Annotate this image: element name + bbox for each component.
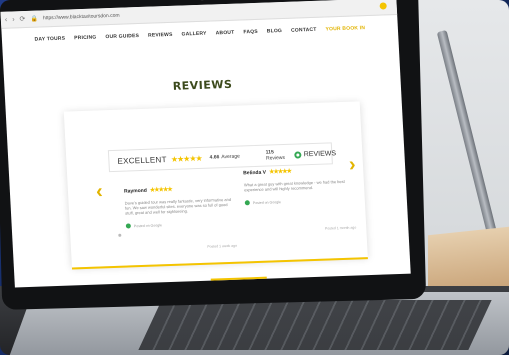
section-title: REVIEWS (172, 77, 233, 93)
nav-item-day-tours[interactable]: DAY TOURS (34, 36, 65, 43)
webcam (200, 0, 205, 1)
rating-word: EXCELLENT (117, 154, 168, 166)
site-nav: DAY TOURS PRICING OUR GUIDES REVIEWS GAL… (2, 24, 398, 44)
lock-icon: 🔒 (30, 16, 39, 23)
prev-arrow-icon[interactable]: ‹ (95, 180, 103, 203)
review-card: Raymond ★★★★★ Dave’s guided tour was real… (123, 184, 237, 249)
star-rating-icon: ★★★★★ (149, 186, 172, 194)
reviews-widget: EXCELLENT ★★★★★ 4.66 Average 115 Reviews … (63, 101, 368, 268)
nav-item-pricing[interactable]: PRICING (74, 35, 97, 42)
extension-icon[interactable] (379, 2, 387, 10)
nav-item-blog[interactable]: BLOG (267, 28, 283, 35)
carousel-dot[interactable] (118, 233, 122, 237)
nav-item-book[interactable]: YOUR BOOK IN (325, 25, 365, 32)
cardboard-box (428, 224, 509, 296)
review-count: 115 Reviews (265, 149, 286, 162)
nav-item-about[interactable]: ABOUT (215, 30, 234, 37)
photo-scene: ‹ › ⟳ 🔒 https://www.blacktaxitoursdon.co… (0, 0, 509, 355)
reviewer-name: Raymond (123, 187, 147, 195)
nav-item-reviews[interactable]: REVIEWS (148, 32, 173, 39)
nav-item-faqs[interactable]: FAQS (243, 29, 258, 35)
nav-item-gallery[interactable]: GALLERY (181, 31, 206, 38)
posted-on: Posted on Google (133, 222, 162, 228)
google-icon (294, 150, 302, 159)
laptop-bezel: ‹ › ⟳ 🔒 https://www.blacktaxitoursdon.co… (0, 0, 427, 310)
url-text[interactable]: https://www.blacktaxitoursdon.com (43, 13, 120, 22)
keyboard (138, 300, 492, 350)
posted-on: Posted on Google (252, 199, 281, 205)
nav-item-contact[interactable]: CONTACT (291, 27, 317, 34)
forward-icon[interactable]: › (12, 16, 15, 23)
review-text: What a great guy with great knowledge - … (243, 178, 345, 193)
back-icon[interactable]: ‹ (5, 16, 8, 23)
review-date: Posted 1 week ago (207, 243, 238, 249)
google-icon (244, 200, 250, 206)
star-rating-icon: ★★★★★ (170, 153, 202, 164)
reload-icon[interactable]: ⟳ (19, 15, 25, 23)
review-date: Posted 1 month ago (324, 225, 357, 231)
reviewer-name: Belinda V (243, 169, 267, 176)
nav-item-our-guides[interactable]: OUR GUIDES (105, 33, 139, 40)
read-more-reviews-button[interactable]: READ MORE REVIEWS › (210, 276, 268, 288)
average-rating: 4.66 Average (209, 153, 241, 161)
review-text: Dave’s guided tour was really fantastic,… (124, 196, 232, 216)
browser-address-bar[interactable]: ‹ › ⟳ 🔒 https://www.blacktaxitoursdon.co… (0, 0, 398, 29)
google-reviews-logo: REVIEWS (294, 150, 336, 159)
laptop-screen: ‹ › ⟳ 🔒 https://www.blacktaxitoursdon.co… (0, 0, 411, 288)
google-icon (125, 223, 131, 229)
star-rating-icon: ★★★★★ (268, 168, 292, 176)
review-card: Belinda V ★★★★★ What a great guy with gre… (243, 166, 356, 231)
